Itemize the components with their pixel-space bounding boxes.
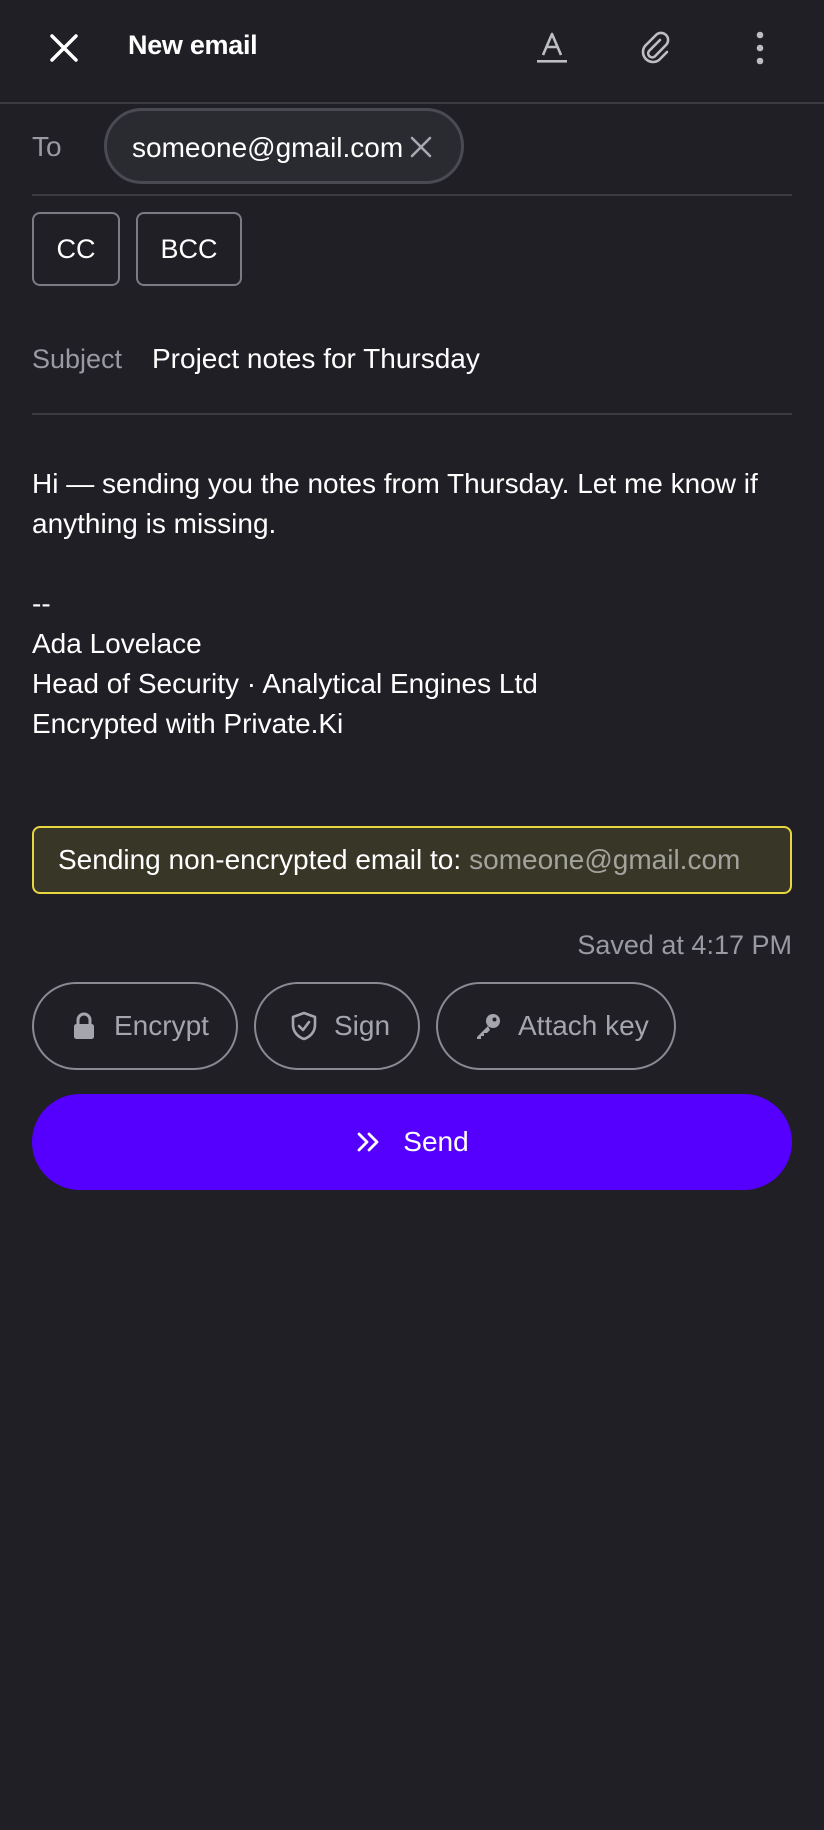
text-format-icon <box>537 32 567 63</box>
to-label: To <box>32 131 62 162</box>
compose-screen: New email To someone@gmail.com CC BCC Su… <box>0 0 824 1830</box>
key-icon <box>474 1012 502 1040</box>
subject-label: Subject <box>32 344 123 374</box>
subject-field[interactable]: Subject Project notes for Thursday <box>32 320 792 415</box>
more-vert-icon <box>756 31 764 65</box>
attach-key-label: Attach key <box>518 1010 649 1041</box>
close-button[interactable] <box>32 16 96 80</box>
encrypt-label: Encrypt <box>114 1010 209 1041</box>
lock-icon <box>70 1012 98 1040</box>
to-field[interactable]: To someone@gmail.com <box>32 104 792 196</box>
signature-separator: -- <box>32 588 51 619</box>
cc-button[interactable]: CC <box>32 212 120 286</box>
saved-status: Saved at 4:17 PM <box>577 930 792 960</box>
attachment-icon <box>641 31 670 64</box>
sign-toggle[interactable]: Sign <box>254 982 420 1070</box>
attach-key-toggle[interactable]: Attach key <box>436 982 676 1070</box>
body-line <box>32 544 792 584</box>
signature-footer: Encrypted with Private.Ki <box>32 708 344 739</box>
more-options-button[interactable] <box>728 16 792 80</box>
double-chevron-right-icon <box>355 1127 385 1157</box>
message-body[interactable]: Hi — sending you the notes from Thursday… <box>32 464 792 744</box>
send-button[interactable]: Send <box>32 1094 792 1190</box>
close-icon <box>410 136 432 158</box>
signature-title: Head of Security · Analytical Engines Lt… <box>32 668 538 699</box>
subject-input[interactable]: Project notes for Thursday <box>152 343 480 375</box>
signature-name: Ada Lovelace <box>32 628 202 659</box>
send-label: Send <box>403 1126 469 1157</box>
encryption-warning-banner: Sending non-encrypted email to: someone@… <box>32 826 792 894</box>
warning-address: someone@gmail.com <box>469 844 741 875</box>
bcc-button[interactable]: BCC <box>136 212 242 286</box>
sign-label: Sign <box>334 1010 391 1041</box>
remove-recipient-button[interactable] <box>407 133 435 161</box>
body-line: anything is missing. <box>32 508 277 539</box>
shield-check-icon <box>290 1011 318 1041</box>
page-title: New email <box>128 30 258 60</box>
body-line: Hi — sending you the notes from Thursday… <box>32 468 758 499</box>
recipient-chip[interactable]: someone@gmail.com <box>104 108 464 184</box>
encrypt-toggle[interactable]: Encrypt <box>32 982 238 1070</box>
recipient-address: someone@gmail.com <box>132 132 404 163</box>
text-format-button[interactable] <box>520 16 584 80</box>
close-icon <box>50 34 78 62</box>
attach-file-button[interactable] <box>624 16 688 80</box>
warning-label: Sending non-encrypted email to: <box>58 844 462 875</box>
top-app-bar: New email <box>0 0 824 104</box>
